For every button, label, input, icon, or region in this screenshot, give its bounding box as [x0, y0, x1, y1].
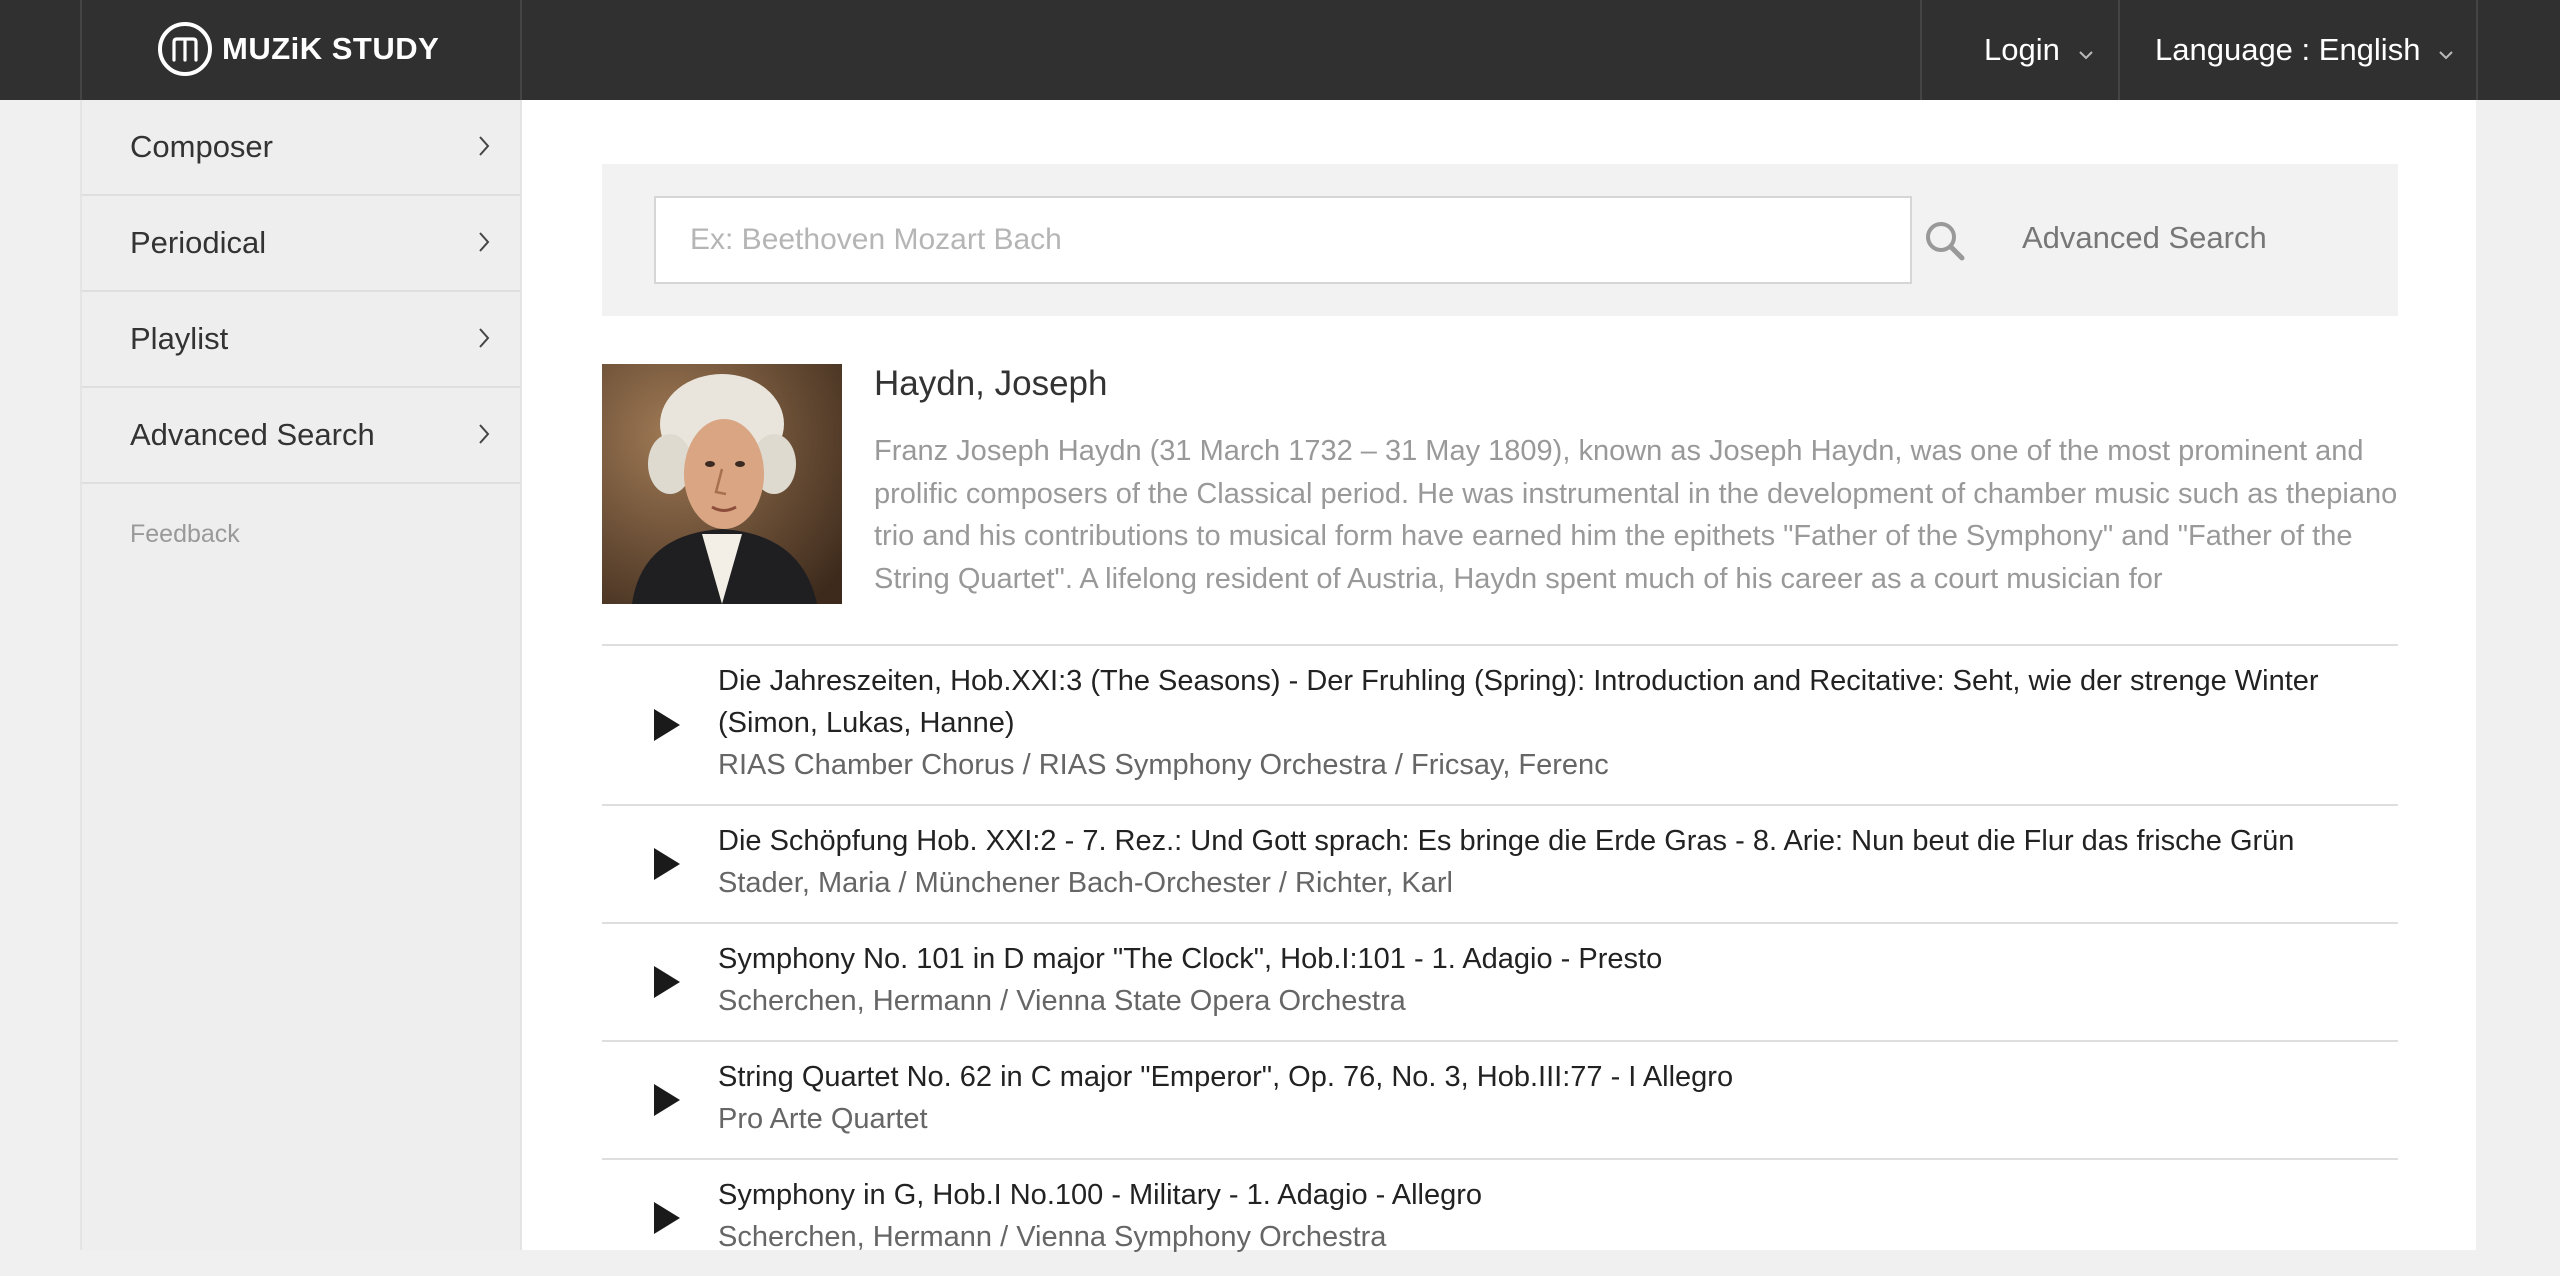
- feedback-link[interactable]: Feedback: [82, 484, 520, 549]
- sidebar-item-composer[interactable]: Composer: [82, 100, 520, 196]
- composer-bio: Franz Joseph Haydn (31 March 1732 – 31 M…: [874, 435, 2398, 595]
- brand-name: MUZiK STUDY: [222, 31, 440, 66]
- track-artist: Scherchen, Hermann / Vienna Symphony Orc…: [718, 1221, 1387, 1253]
- login-menu[interactable]: Login: [1984, 0, 2094, 100]
- sidebar-item-label: Composer: [130, 129, 273, 164]
- play-icon[interactable]: [654, 848, 680, 880]
- track-row[interactable]: Symphony No. 101 in D major "The Clock",…: [602, 922, 2398, 1040]
- track-title: String Quartet No. 62 in C major "Empero…: [718, 1061, 1734, 1093]
- divider: [2118, 0, 2120, 100]
- top-navigation-bar: MUZiK STUDY Login Language : English: [0, 0, 2560, 100]
- divider: [80, 0, 82, 100]
- play-icon[interactable]: [654, 709, 680, 741]
- track-title: Symphony No. 101 in D major "The Clock",…: [718, 943, 1663, 975]
- track-title: Symphony in G, Hob.I No.100 - Military -…: [718, 1179, 1483, 1211]
- track-title: Die Schöpfung Hob. XXI:2 - 7. Rez.: Und …: [718, 825, 2295, 857]
- language-menu[interactable]: Language : English: [2155, 0, 2454, 100]
- chevron-down-icon: [2438, 32, 2454, 68]
- divider: [2476, 0, 2478, 100]
- track-artist: Pro Arte Quartet: [718, 1103, 928, 1135]
- logo-circle-m-icon: [158, 22, 212, 76]
- sidebar-item-periodical[interactable]: Periodical: [82, 196, 520, 292]
- track-row[interactable]: String Quartet No. 62 in C major "Empero…: [602, 1040, 2398, 1158]
- sidebar-item-advanced-search[interactable]: Advanced Search: [82, 388, 520, 484]
- track-title: Die Jahreszeiten, Hob.XXI:3 (The Seasons…: [718, 665, 2319, 739]
- divider: [1920, 0, 1922, 100]
- track-row[interactable]: Die Jahreszeiten, Hob.XXI:3 (The Seasons…: [602, 644, 2398, 804]
- sidebar-item-label: Advanced Search: [130, 417, 375, 452]
- chevron-down-icon: [2078, 32, 2094, 68]
- play-icon[interactable]: [654, 966, 680, 998]
- composer-portrait: [602, 364, 842, 604]
- play-icon[interactable]: [654, 1202, 680, 1234]
- divider: [520, 0, 522, 100]
- search-icon[interactable]: [1924, 220, 1966, 267]
- main-content: Advanced Search Haydn, Joseph Franz Jose…: [522, 100, 2476, 1253]
- composer-name: Haydn, Joseph: [874, 364, 1108, 403]
- sidebar-item-playlist[interactable]: Playlist: [82, 292, 520, 388]
- sidebar: Composer Periodical Playlist Advanced Se…: [80, 100, 522, 1250]
- language-label: Language : English: [2155, 32, 2421, 67]
- sidebar-item-label: Playlist: [130, 321, 229, 356]
- track-artist: RIAS Chamber Chorus / RIAS Symphony Orch…: [718, 749, 1609, 781]
- search-input[interactable]: [654, 196, 1912, 284]
- chevron-right-icon: [478, 417, 490, 453]
- sidebar-item-label: Periodical: [130, 225, 267, 260]
- track-row[interactable]: Die Schöpfung Hob. XXI:2 - 7. Rez.: Und …: [602, 804, 2398, 922]
- track-artist: Scherchen, Hermann / Vienna State Opera …: [718, 985, 1406, 1017]
- track-list: Die Jahreszeiten, Hob.XXI:3 (The Seasons…: [602, 644, 2398, 1276]
- track-row[interactable]: Symphony in G, Hob.I No.100 - Military -…: [602, 1158, 2398, 1276]
- chevron-right-icon: [478, 225, 490, 261]
- play-icon[interactable]: [654, 1084, 680, 1116]
- brand-logo[interactable]: MUZiK STUDY: [158, 18, 439, 80]
- search-panel: Advanced Search: [602, 164, 2398, 316]
- advanced-search-link[interactable]: Advanced Search: [2022, 220, 2267, 256]
- chevron-right-icon: [478, 321, 490, 357]
- track-artist: Stader, Maria / Münchener Bach-Orchester…: [718, 867, 1453, 899]
- login-label: Login: [1984, 32, 2060, 67]
- chevron-right-icon: [478, 129, 490, 165]
